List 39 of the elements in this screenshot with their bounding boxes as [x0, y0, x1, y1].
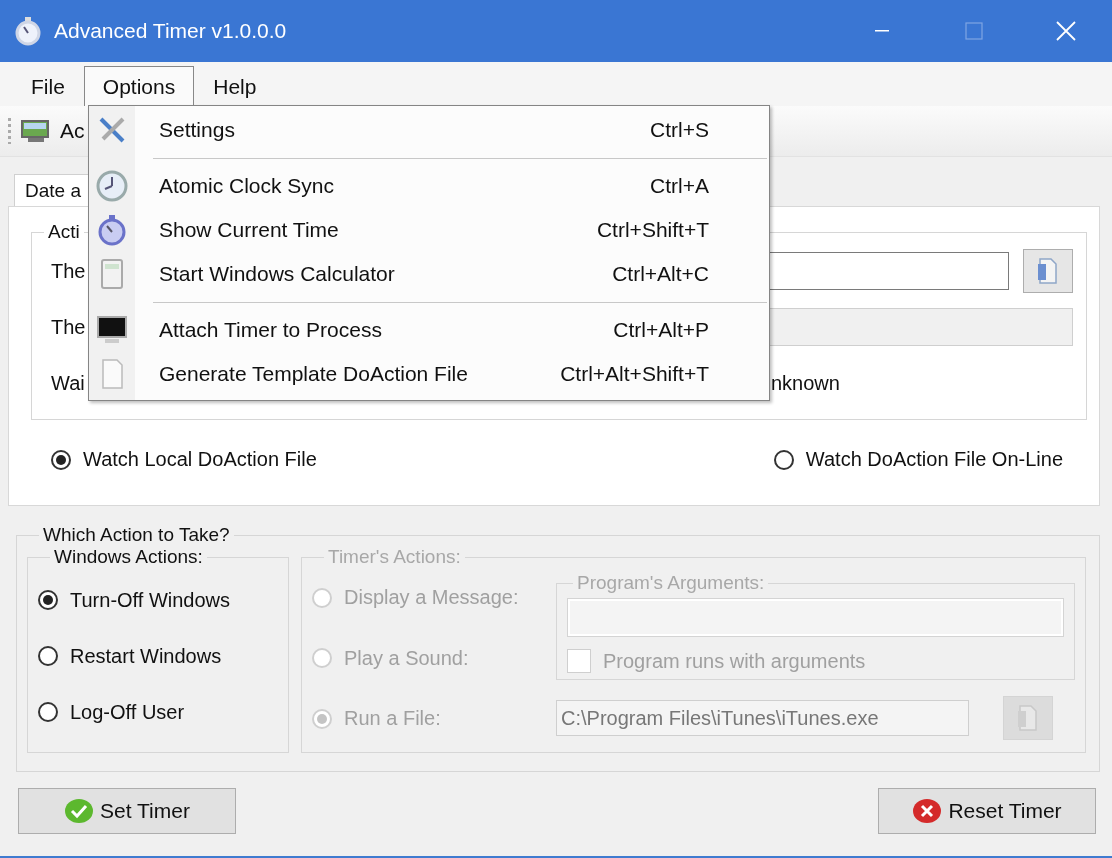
clock-icon	[95, 169, 129, 203]
group-title: Timer's Actions:	[327, 546, 462, 568]
menu-entry[interactable]: Start Windows Calculator Ctrl+Alt+C	[89, 252, 769, 296]
group-title: Windows Actions:	[53, 546, 204, 568]
status-text: nknown	[771, 371, 840, 395]
menu-entry[interactable]: Settings Ctrl+S	[89, 108, 769, 152]
radio-button[interactable]: Log-Off User	[38, 700, 278, 724]
file-icon	[1036, 256, 1060, 286]
close-icon[interactable]	[1056, 21, 1076, 41]
menu-entry[interactable]: Show Current Time Ctrl+Shift+T	[89, 208, 769, 252]
field-label: The	[51, 315, 86, 338]
menu-item[interactable]: Help	[194, 66, 276, 106]
group-title: Program's Arguments:	[576, 572, 766, 594]
toolbar-button[interactable]: Ac	[60, 119, 85, 143]
menu-entry[interactable]: Generate Template DoAction File Ctrl+Alt+Shift+T	[89, 352, 769, 396]
group-title: Acti	[47, 221, 81, 243]
group-title: Which Action to Take?	[42, 524, 231, 546]
set-timer-button[interactable]: Set Timer	[18, 788, 236, 834]
menu-entry[interactable]: Atomic Clock Sync Ctrl+A	[89, 164, 769, 208]
grip-icon	[8, 118, 12, 144]
radio-button[interactable]: Turn-Off Windows	[38, 588, 278, 612]
maximize-icon[interactable]	[965, 22, 983, 40]
cancel-icon	[912, 798, 943, 824]
menu-entry[interactable]: Attach Timer to Process Ctrl+Alt+P	[89, 308, 769, 352]
radio-button[interactable]: Watch Local DoAction File	[51, 448, 317, 471]
menu-item[interactable]: Options	[83, 66, 195, 106]
window-title: Advanced Timer v1.0.0.0	[54, 19, 288, 43]
field-label: Wai	[51, 371, 85, 394]
stopwatch-icon	[14, 16, 42, 46]
field-label: The	[51, 259, 86, 282]
monitor-icon	[20, 118, 52, 144]
menu-item[interactable]: File	[12, 66, 84, 106]
minimize-icon[interactable]	[875, 30, 889, 32]
radio-button[interactable]: Watch DoAction File On-Line	[773, 448, 1063, 471]
reset-timer-button[interactable]: Reset Timer	[878, 788, 1096, 834]
check-icon	[64, 798, 95, 824]
radio-button[interactable]: Restart Windows	[38, 644, 278, 668]
file-icon	[1016, 703, 1040, 733]
browse-button[interactable]	[1023, 249, 1073, 293]
